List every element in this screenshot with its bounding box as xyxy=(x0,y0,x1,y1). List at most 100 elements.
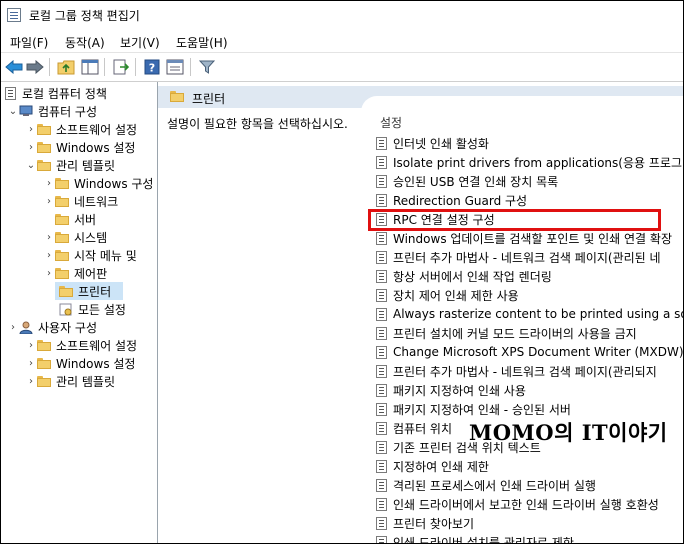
folder-icon xyxy=(37,375,51,387)
folder-icon xyxy=(55,195,69,207)
chevron-down-icon[interactable]: ⌄ xyxy=(25,160,37,171)
tree-item-windows-components[interactable]: › Windows 구성 xyxy=(43,174,153,192)
chevron-right-icon[interactable]: › xyxy=(43,268,55,279)
policy-setting-icon xyxy=(376,231,387,245)
policy-setting-icon xyxy=(376,307,387,321)
setting-row[interactable]: Isolate print drivers from applications(… xyxy=(376,153,683,171)
chevron-right-icon[interactable]: › xyxy=(25,340,37,351)
policy-setting-icon xyxy=(376,345,387,359)
setting-row[interactable]: Redirection Guard 구성 xyxy=(376,191,527,209)
menu-file[interactable]: 파일(F) xyxy=(10,34,48,51)
setting-label: 프린터 추가 마법사 - 네트워크 검색 페이지(관리된 네 xyxy=(393,250,661,265)
properties-icon[interactable] xyxy=(165,57,185,77)
policy-setting-icon xyxy=(376,497,387,511)
setting-row[interactable]: 패키지 지정하여 인쇄 사용 xyxy=(376,381,526,399)
policy-setting-icon xyxy=(376,326,387,340)
tree-item-user-config[interactable]: › 사용자 구성 xyxy=(7,318,97,336)
policy-setting-icon xyxy=(376,288,387,302)
setting-row[interactable]: 프린터 추가 마법사 - 네트워크 검색 페이지(관리되지 xyxy=(376,362,657,380)
tree-item-network[interactable]: › 네트워크 xyxy=(43,192,118,210)
setting-row[interactable]: Windows 업데이트를 검색할 포인트 및 인쇄 연결 확장 xyxy=(376,229,672,247)
toolbar: ? xyxy=(1,53,683,82)
title-bar: 로컬 그룹 정책 편집기 xyxy=(1,1,683,29)
chevron-right-icon[interactable]: › xyxy=(25,142,37,153)
setting-label: 장치 제어 인쇄 제한 사용 xyxy=(393,288,519,303)
setting-row[interactable]: 컴퓨터 위치 xyxy=(376,419,452,437)
setting-label: 프린터 추가 마법사 - 네트워크 검색 페이지(관리되지 xyxy=(393,364,657,379)
chevron-right-icon[interactable]: › xyxy=(7,322,19,333)
setting-row[interactable]: Always rasterize content to be printed u… xyxy=(376,305,683,323)
help-icon[interactable]: ? xyxy=(142,57,162,77)
tree-item-local-computer-policy[interactable]: 로컬 컴퓨터 정책 xyxy=(5,84,107,102)
content-title: 프린터 xyxy=(192,92,226,106)
folder-icon xyxy=(37,339,51,351)
back-arrow-icon[interactable] xyxy=(4,57,24,77)
folder-icon xyxy=(55,249,69,261)
policy-setting-icon xyxy=(376,193,387,207)
setting-row[interactable]: 격리된 프로세스에서 인쇄 드라이버 실행 xyxy=(376,476,596,494)
show-hide-tree-icon[interactable] xyxy=(80,57,100,77)
setting-row[interactable]: 프린터 추가 마법사 - 네트워크 검색 페이지(관리된 네 xyxy=(376,248,661,266)
setting-label: 지정하여 인쇄 제한 xyxy=(393,459,489,474)
tree-item-uc-windows[interactable]: › Windows 설정 xyxy=(25,354,135,372)
tree-item-all-settings[interactable]: 모든 설정 xyxy=(59,300,126,318)
forward-arrow-icon[interactable] xyxy=(25,57,45,77)
chevron-right-icon[interactable]: › xyxy=(25,358,37,369)
tree-item-start-menu[interactable]: › 시작 메뉴 및 xyxy=(43,246,137,264)
setting-label: 격리된 프로세스에서 인쇄 드라이버 실행 xyxy=(393,478,596,493)
chevron-right-icon[interactable]: › xyxy=(25,124,37,135)
tree-item-server[interactable]: 서버 xyxy=(43,210,96,228)
computer-icon xyxy=(19,105,33,117)
chevron-right-icon[interactable]: › xyxy=(25,376,37,387)
folder-icon xyxy=(59,285,73,297)
setting-label: 항상 서버에서 인쇄 작업 렌더링 xyxy=(393,269,552,284)
setting-row[interactable]: 프린터 찾아보기 xyxy=(376,514,474,532)
export-list-icon[interactable] xyxy=(111,57,131,77)
setting-label: 패키지 지정하여 인쇄 사용 xyxy=(393,383,526,398)
menu-view[interactable]: 보기(V) xyxy=(120,34,160,51)
folder-icon xyxy=(55,213,69,225)
setting-row[interactable]: 인터넷 인쇄 활성화 xyxy=(376,134,489,152)
chevron-right-icon[interactable]: › xyxy=(43,232,55,243)
policy-setting-icon xyxy=(376,516,387,530)
folder-icon xyxy=(170,91,184,102)
chevron-down-icon[interactable]: ⌄ xyxy=(7,106,19,117)
setting-row[interactable]: 승인된 USB 연결 인쇄 장치 목록 xyxy=(376,172,558,190)
setting-row[interactable]: 인쇄 드라이버에서 보고한 인쇄 드라이버 실행 호환성 xyxy=(376,495,659,513)
setting-row[interactable]: 지정하여 인쇄 제한 xyxy=(376,457,489,475)
up-folder-icon[interactable] xyxy=(56,57,76,77)
setting-row[interactable]: 인쇄 드라이버 설치를 관리자로 제한 xyxy=(376,533,574,543)
column-header-setting[interactable]: 설정 xyxy=(380,114,402,131)
folder-icon xyxy=(37,141,51,153)
policy-setting-icon xyxy=(376,136,387,150)
setting-label: 패키지 지정하여 인쇄 - 승인된 서버 xyxy=(393,402,571,417)
setting-label: 인터넷 인쇄 활성화 xyxy=(393,136,489,151)
menu-action[interactable]: 동작(A) xyxy=(65,34,105,51)
tree-item-control-panel[interactable]: › 제어판 xyxy=(43,264,107,282)
menu-help[interactable]: 도움말(H) xyxy=(176,34,228,51)
folder-open-icon xyxy=(37,159,51,171)
tree-item-cc-admin-templates[interactable]: ⌄ 관리 템플릿 xyxy=(25,156,115,174)
chevron-right-icon[interactable]: › xyxy=(43,250,55,261)
setting-row[interactable]: 프린터 설치에 커널 모드 드라이버의 사용을 금지 xyxy=(376,324,637,342)
folder-icon xyxy=(37,357,51,369)
setting-row[interactable]: 항상 서버에서 인쇄 작업 렌더링 xyxy=(376,267,552,285)
chevron-right-icon[interactable]: › xyxy=(43,178,55,189)
tree-item-printers[interactable]: 프린터 xyxy=(55,282,124,300)
watermark-text: MOMO의 IT이야기 xyxy=(469,420,668,445)
tree-item-cc-windows[interactable]: › Windows 설정 xyxy=(25,138,135,156)
tree-item-system[interactable]: › 시스템 xyxy=(43,228,107,246)
chevron-right-icon[interactable]: › xyxy=(43,196,55,207)
setting-row[interactable]: 장치 제어 인쇄 제한 사용 xyxy=(376,286,519,304)
filter-icon[interactable] xyxy=(197,57,217,77)
setting-label: Windows 업데이트를 검색할 포인트 및 인쇄 연결 확장 xyxy=(393,231,672,246)
setting-label: Always rasterize content to be printed u… xyxy=(393,307,683,321)
content-pane: 프린터 설명이 필요한 항목을 선택하십시오. 설정 인터넷 인쇄 활성화 Iso… xyxy=(158,82,683,543)
tree-item-cc-software[interactable]: › 소프트웨어 설정 xyxy=(25,120,137,138)
tree-item-computer-config[interactable]: ⌄ 컴퓨터 구성 xyxy=(7,102,97,120)
tree-item-uc-admin-templates[interactable]: › 관리 템플릿 xyxy=(25,372,115,390)
setting-row[interactable]: 패키지 지정하여 인쇄 - 승인된 서버 xyxy=(376,400,571,418)
setting-row[interactable]: Change Microsoft XPS Document Writer (MX… xyxy=(376,343,683,361)
folder-icon xyxy=(55,231,69,243)
tree-item-uc-software[interactable]: › 소프트웨어 설정 xyxy=(25,336,137,354)
